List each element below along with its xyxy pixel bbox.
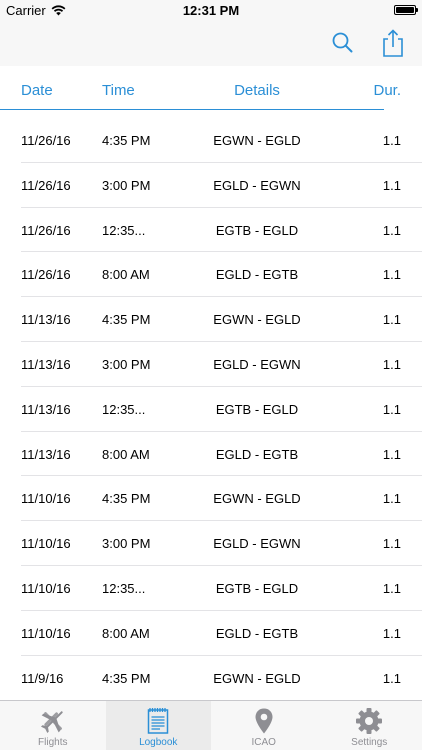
row-date: 11/13/16 [21,401,71,417]
nav-bar [0,22,422,66]
table-row[interactable]: 11/10/16 8:00 AM EGLD - EGTB 1.1 [0,611,422,656]
table-row[interactable]: 11/26/16 8:00 AM EGLD - EGTB 1.1 [0,252,422,298]
row-duration: 1.1 [382,356,401,372]
row-duration: 1.1 [382,491,401,507]
table-row[interactable]: 11/26/16 12:35... EGTB - EGLD 1.1 [0,208,422,253]
row-date: 11/9/16 [21,670,64,686]
column-header-duration[interactable]: Dur. [373,82,401,99]
row-details: EGWN - EGLD [213,133,301,148]
tab-flights[interactable]: Flights [0,701,106,750]
location-pin-icon [255,708,273,734]
row-time: 8:00 AM [102,625,150,641]
share-button[interactable] [378,28,408,58]
row-date: 11/13/16 [21,356,71,372]
row-duration: 1.1 [382,446,401,462]
row-date: 11/10/16 [21,491,71,507]
row-time: 12:35... [102,401,146,417]
row-details: EGTB - EGLD [215,222,299,238]
table-row[interactable]: 11/26/16 4:35 PM EGWN - EGLD 1.1 [0,118,422,163]
column-header-details[interactable]: Details [200,82,314,99]
logbook-screen: Carrier 12:31 PM Date Time Details Dur. … [0,0,422,750]
row-duration: 1.1 [382,133,401,148]
row-time: 3:00 PM [102,356,151,372]
row-details: EGLD - EGTB [215,625,299,641]
status-time: 12:31 PM [182,3,240,18]
row-details: EGWN - EGLD [213,491,301,507]
row-duration: 1.1 [382,401,401,417]
table-row[interactable]: 11/10/16 3:00 PM EGLD - EGWN 1.1 [0,521,422,566]
row-details: EGTB - EGLD [215,580,299,596]
plane-icon [40,711,63,734]
search-button[interactable] [328,28,358,58]
row-details: EGLD - EGTB [215,446,299,462]
row-time: 8:00 AM [102,446,150,462]
row-details: EGLD - EGWN [213,177,301,193]
share-icon [383,29,403,57]
tab-bar: Flights Logbook ICAO Settings [0,700,422,750]
column-header-underline [0,109,384,110]
row-details: EGLD - EGWN [213,356,301,372]
row-time: 12:35... [102,222,146,238]
logbook-list: 11/26/16 4:35 PM EGWN - EGLD 1.1 11/26/1… [0,118,422,700]
row-details: EGTB - EGLD [215,401,299,417]
row-time: 4:35 PM [102,491,151,507]
row-time: 3:00 PM [102,536,151,552]
row-duration: 1.1 [382,312,401,328]
row-time: 12:35... [102,580,146,596]
tab-flights-label: Flights [38,737,68,748]
tab-logbook-label: Logbook [139,737,178,748]
tab-settings[interactable]: Settings [317,701,422,750]
row-date: 11/13/16 [21,446,71,462]
row-details: EGWN - EGLD [213,670,301,686]
table-row[interactable]: 11/9/16 4:35 PM EGWN - EGLD 1.1 [0,656,422,701]
row-date: 11/26/16 [21,133,71,148]
tab-icao[interactable]: ICAO [211,701,317,750]
search-icon [332,32,353,53]
table-row[interactable]: 11/13/16 8:00 AM EGLD - EGTB 1.1 [0,432,422,477]
table-row[interactable]: 11/13/16 3:00 PM EGLD - EGWN 1.1 [0,342,422,387]
row-date: 11/13/16 [21,312,71,328]
logbook-icon [148,708,169,734]
row-details: EGLD - EGWN [213,536,301,552]
row-details: EGWN - EGLD [213,312,301,328]
row-duration: 1.1 [382,580,401,596]
row-duration: 1.1 [382,670,401,686]
tab-settings-label: Settings [351,737,388,748]
table-row[interactable]: 11/10/16 4:35 PM EGWN - EGLD 1.1 [0,476,422,522]
tab-logbook[interactable]: Logbook [105,701,211,750]
row-date: 11/26/16 [21,222,71,238]
row-details: EGLD - EGTB [215,267,299,283]
table-row[interactable]: 11/13/16 4:35 PM EGWN - EGLD 1.1 [0,297,422,342]
column-header: Date Time Details Dur. [0,66,422,110]
row-date: 11/10/16 [21,536,71,552]
column-header-date[interactable]: Date [21,82,53,99]
row-time: 4:35 PM [102,312,151,328]
table-row[interactable]: 11/10/16 12:35... EGTB - EGLD 1.1 [0,566,422,611]
gear-icon [356,708,383,734]
row-duration: 1.1 [382,177,401,193]
table-row[interactable]: 11/13/16 12:35... EGTB - EGLD 1.1 [0,387,422,432]
row-time: 3:00 PM [102,177,151,193]
row-date: 11/26/16 [21,177,71,193]
row-time: 8:00 AM [102,267,150,283]
row-duration: 1.1 [382,222,401,238]
row-duration: 1.1 [382,267,401,283]
table-row[interactable]: 11/26/16 3:00 PM EGLD - EGWN 1.1 [0,163,422,208]
row-duration: 1.1 [382,625,401,641]
row-time: 4:35 PM [102,133,151,148]
row-date: 11/10/16 [21,625,71,641]
row-date: 11/26/16 [21,267,71,283]
battery-icon [394,5,418,15]
status-bar: Carrier 12:31 PM [0,0,422,22]
tab-icao-label: ICAO [251,737,276,748]
column-header-time[interactable]: Time [102,82,135,99]
row-date: 11/10/16 [21,580,71,596]
row-duration: 1.1 [382,536,401,552]
row-time: 4:35 PM [102,670,151,686]
